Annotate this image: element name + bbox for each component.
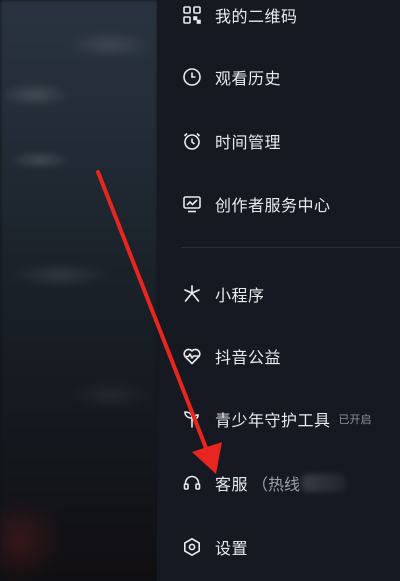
hexagon-settings-icon [181, 536, 203, 558]
menu-item-label: 创作者服务中心 [215, 196, 331, 215]
redacted-phone-mask [302, 474, 347, 492]
menu-item-label: 我的二维码 [215, 7, 298, 26]
menu-item-label: 抖音公益 [215, 348, 282, 367]
menu-item-customer-service[interactable]: 客服 （热线 [157, 461, 400, 505]
menu-item-time-management[interactable]: 时间管理 [157, 119, 400, 163]
heart-pulse-icon [181, 345, 203, 367]
creator-chart-icon [181, 193, 203, 215]
headset-icon [181, 472, 203, 494]
menu-item-charity[interactable]: 抖音公益 [157, 334, 400, 378]
menu-item-label: 客服 [215, 475, 249, 494]
mini-program-icon [181, 283, 203, 305]
menu-divider [181, 247, 400, 248]
menu-item-label: 观看历史 [215, 69, 282, 88]
blurred-background [0, 0, 158, 581]
side-menu-panel: 我的二维码 观看历史 时间管理 创作者服务中心 小程序 抖音公益 青少年守护工具… [157, 0, 400, 581]
menu-item-watch-history[interactable]: 观看历史 [157, 55, 400, 99]
menu-item-qr-code[interactable]: 我的二维码 [157, 0, 400, 37]
menu-item-label: 设置 [215, 539, 249, 558]
menu-item-creator-center[interactable]: 创作者服务中心 [157, 182, 400, 226]
sprout-icon [181, 408, 203, 430]
qr-code-icon [181, 4, 203, 26]
clock-icon [181, 66, 203, 88]
menu-item-settings[interactable]: 设置 [157, 525, 400, 569]
menu-item-label: 时间管理 [215, 133, 282, 152]
menu-item-youth-protection[interactable]: 青少年守护工具 已开启 [157, 397, 400, 441]
menu-item-extra: （热线 [252, 475, 301, 494]
menu-item-label: 小程序 [215, 286, 265, 305]
menu-item-label: 青少年守护工具 [215, 411, 331, 430]
menu-item-mini-program[interactable]: 小程序 [157, 272, 400, 316]
alarm-clock-icon [181, 130, 203, 152]
status-badge: 已开启 [338, 413, 372, 426]
